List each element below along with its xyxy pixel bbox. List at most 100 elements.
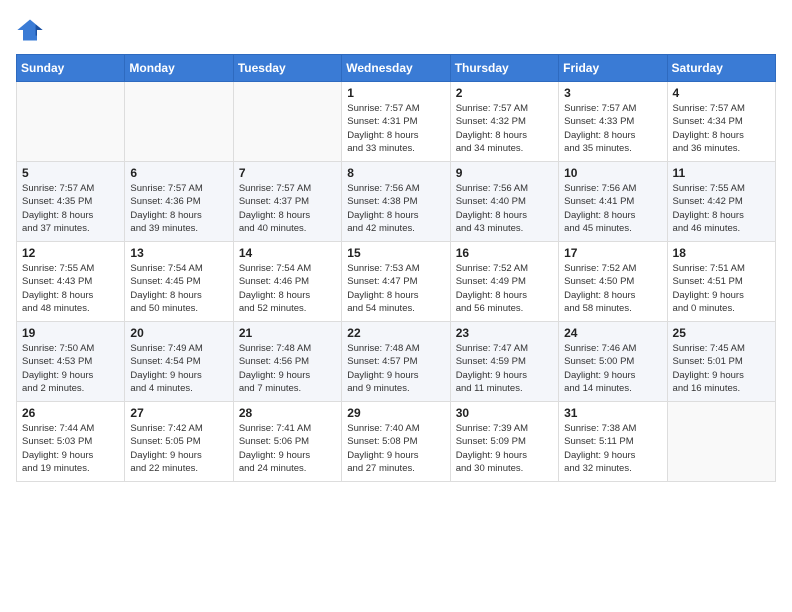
- day-number: 16: [456, 246, 553, 260]
- calendar-week-row: 5Sunrise: 7:57 AM Sunset: 4:35 PM Daylig…: [17, 162, 776, 242]
- calendar-day-cell: 17Sunrise: 7:52 AM Sunset: 4:50 PM Dayli…: [559, 242, 667, 322]
- calendar-day-cell: 10 Sunrise: 7:56 AM Sunset: 4:41 PM Dayli…: [559, 162, 667, 242]
- calendar-day-cell: 26 Sunrise: 7:44 AM Sunset: 5:03 PM Dayli…: [17, 402, 125, 482]
- calendar-day-cell: 19 Sunrise: 7:50 AM Sunset: 4:53 PM Dayli…: [17, 322, 125, 402]
- day-info: Sunrise: 7:57 AM Sunset: 4:32 PM Dayligh…: [456, 102, 553, 155]
- day-number: 30: [456, 406, 553, 420]
- day-number: 26: [22, 406, 119, 420]
- day-number: 29: [347, 406, 444, 420]
- day-number: 21: [239, 326, 336, 340]
- calendar-day-cell: 22 Sunrise: 7:48 AM Sunset: 4:57 PM Dayli…: [342, 322, 450, 402]
- day-info: Sunrise: 7:54 AM Sunset: 4:45 PM Dayligh…: [130, 262, 227, 315]
- day-info: Sunrise: 7:39 AM Sunset: 5:09 PM Dayligh…: [456, 422, 553, 475]
- day-info: Sunrise: 7:54 AM Sunset: 4:46 PM Dayligh…: [239, 262, 336, 315]
- calendar-header-row: SundayMondayTuesdayWednesdayThursdayFrid…: [17, 55, 776, 82]
- calendar-day-cell: 6 Sunrise: 7:57 AM Sunset: 4:36 PM Daylig…: [125, 162, 233, 242]
- calendar-day-cell: [125, 82, 233, 162]
- day-number: 10: [564, 166, 661, 180]
- calendar-day-cell: 8 Sunrise: 7:56 AM Sunset: 4:38 PM Daylig…: [342, 162, 450, 242]
- day-of-week-header: Tuesday: [233, 55, 341, 82]
- day-number: 24: [564, 326, 661, 340]
- day-number: 20: [130, 326, 227, 340]
- calendar-day-cell: 5Sunrise: 7:57 AM Sunset: 4:35 PM Daylig…: [17, 162, 125, 242]
- calendar-day-cell: 9 Sunrise: 7:56 AM Sunset: 4:40 PM Daylig…: [450, 162, 558, 242]
- day-info: Sunrise: 7:56 AM Sunset: 4:40 PM Dayligh…: [456, 182, 553, 235]
- day-info: Sunrise: 7:55 AM Sunset: 4:42 PM Dayligh…: [673, 182, 770, 235]
- day-number: 7: [239, 166, 336, 180]
- day-info: Sunrise: 7:57 AM Sunset: 4:37 PM Dayligh…: [239, 182, 336, 235]
- calendar-day-cell: 3Sunrise: 7:57 AM Sunset: 4:33 PM Daylig…: [559, 82, 667, 162]
- day-info: Sunrise: 7:49 AM Sunset: 4:54 PM Dayligh…: [130, 342, 227, 395]
- day-of-week-header: Friday: [559, 55, 667, 82]
- day-info: Sunrise: 7:50 AM Sunset: 4:53 PM Dayligh…: [22, 342, 119, 395]
- day-number: 9: [456, 166, 553, 180]
- day-info: Sunrise: 7:41 AM Sunset: 5:06 PM Dayligh…: [239, 422, 336, 475]
- day-info: Sunrise: 7:55 AM Sunset: 4:43 PM Dayligh…: [22, 262, 119, 315]
- calendar-day-cell: 18 Sunrise: 7:51 AM Sunset: 4:51 PM Dayli…: [667, 242, 775, 322]
- calendar-day-cell: 25 Sunrise: 7:45 AM Sunset: 5:01 PM Dayli…: [667, 322, 775, 402]
- day-number: 3: [564, 86, 661, 100]
- day-number: 11: [673, 166, 770, 180]
- day-of-week-header: Thursday: [450, 55, 558, 82]
- day-info: Sunrise: 7:56 AM Sunset: 4:41 PM Dayligh…: [564, 182, 661, 235]
- day-info: Sunrise: 7:47 AM Sunset: 4:59 PM Dayligh…: [456, 342, 553, 395]
- day-number: 31: [564, 406, 661, 420]
- day-info: Sunrise: 7:40 AM Sunset: 5:08 PM Dayligh…: [347, 422, 444, 475]
- logo: [16, 16, 48, 44]
- day-number: 19: [22, 326, 119, 340]
- day-info: Sunrise: 7:53 AM Sunset: 4:47 PM Dayligh…: [347, 262, 444, 315]
- day-info: Sunrise: 7:51 AM Sunset: 4:51 PM Dayligh…: [673, 262, 770, 315]
- day-number: 25: [673, 326, 770, 340]
- day-number: 18: [673, 246, 770, 260]
- day-info: Sunrise: 7:48 AM Sunset: 4:56 PM Dayligh…: [239, 342, 336, 395]
- day-info: Sunrise: 7:57 AM Sunset: 4:34 PM Dayligh…: [673, 102, 770, 155]
- day-number: 1: [347, 86, 444, 100]
- day-info: Sunrise: 7:56 AM Sunset: 4:38 PM Dayligh…: [347, 182, 444, 235]
- calendar-day-cell: 30 Sunrise: 7:39 AM Sunset: 5:09 PM Dayli…: [450, 402, 558, 482]
- calendar-table: SundayMondayTuesdayWednesdayThursdayFrid…: [16, 54, 776, 482]
- calendar-day-cell: 29 Sunrise: 7:40 AM Sunset: 5:08 PM Dayli…: [342, 402, 450, 482]
- calendar-week-row: 12Sunrise: 7:55 AM Sunset: 4:43 PM Dayli…: [17, 242, 776, 322]
- calendar-day-cell: 20 Sunrise: 7:49 AM Sunset: 4:54 PM Dayli…: [125, 322, 233, 402]
- day-number: 28: [239, 406, 336, 420]
- day-info: Sunrise: 7:42 AM Sunset: 5:05 PM Dayligh…: [130, 422, 227, 475]
- day-of-week-header: Sunday: [17, 55, 125, 82]
- calendar-week-row: 26 Sunrise: 7:44 AM Sunset: 5:03 PM Dayli…: [17, 402, 776, 482]
- day-info: Sunrise: 7:46 AM Sunset: 5:00 PM Dayligh…: [564, 342, 661, 395]
- day-number: 13: [130, 246, 227, 260]
- calendar-day-cell: 28 Sunrise: 7:41 AM Sunset: 5:06 PM Dayli…: [233, 402, 341, 482]
- day-info: Sunrise: 7:57 AM Sunset: 4:35 PM Dayligh…: [22, 182, 119, 235]
- calendar-day-cell: 13 Sunrise: 7:54 AM Sunset: 4:45 PM Dayli…: [125, 242, 233, 322]
- day-info: Sunrise: 7:45 AM Sunset: 5:01 PM Dayligh…: [673, 342, 770, 395]
- day-number: 2: [456, 86, 553, 100]
- logo-icon: [16, 16, 44, 44]
- calendar-day-cell: [667, 402, 775, 482]
- calendar-day-cell: [233, 82, 341, 162]
- calendar-day-cell: 1Sunrise: 7:57 AM Sunset: 4:31 PM Daylig…: [342, 82, 450, 162]
- calendar-day-cell: 31 Sunrise: 7:38 AM Sunset: 5:11 PM Dayli…: [559, 402, 667, 482]
- calendar-week-row: 19 Sunrise: 7:50 AM Sunset: 4:53 PM Dayli…: [17, 322, 776, 402]
- day-number: 23: [456, 326, 553, 340]
- calendar-day-cell: 15 Sunrise: 7:53 AM Sunset: 4:47 PM Dayli…: [342, 242, 450, 322]
- day-info: Sunrise: 7:44 AM Sunset: 5:03 PM Dayligh…: [22, 422, 119, 475]
- calendar-day-cell: 24 Sunrise: 7:46 AM Sunset: 5:00 PM Dayli…: [559, 322, 667, 402]
- page-header: [16, 16, 776, 44]
- day-info: Sunrise: 7:52 AM Sunset: 4:50 PM Dayligh…: [564, 262, 661, 315]
- calendar-day-cell: 2 Sunrise: 7:57 AM Sunset: 4:32 PM Daylig…: [450, 82, 558, 162]
- calendar-day-cell: 23 Sunrise: 7:47 AM Sunset: 4:59 PM Dayli…: [450, 322, 558, 402]
- calendar-day-cell: 4 Sunrise: 7:57 AM Sunset: 4:34 PM Daylig…: [667, 82, 775, 162]
- day-number: 8: [347, 166, 444, 180]
- day-number: 15: [347, 246, 444, 260]
- calendar-day-cell: 16Sunrise: 7:52 AM Sunset: 4:49 PM Dayli…: [450, 242, 558, 322]
- calendar-day-cell: 11 Sunrise: 7:55 AM Sunset: 4:42 PM Dayli…: [667, 162, 775, 242]
- day-info: Sunrise: 7:57 AM Sunset: 4:36 PM Dayligh…: [130, 182, 227, 235]
- calendar-day-cell: 14Sunrise: 7:54 AM Sunset: 4:46 PM Dayli…: [233, 242, 341, 322]
- day-info: Sunrise: 7:38 AM Sunset: 5:11 PM Dayligh…: [564, 422, 661, 475]
- day-info: Sunrise: 7:48 AM Sunset: 4:57 PM Dayligh…: [347, 342, 444, 395]
- day-number: 4: [673, 86, 770, 100]
- calendar-day-cell: 7 Sunrise: 7:57 AM Sunset: 4:37 PM Daylig…: [233, 162, 341, 242]
- day-number: 6: [130, 166, 227, 180]
- day-of-week-header: Wednesday: [342, 55, 450, 82]
- day-number: 22: [347, 326, 444, 340]
- day-of-week-header: Saturday: [667, 55, 775, 82]
